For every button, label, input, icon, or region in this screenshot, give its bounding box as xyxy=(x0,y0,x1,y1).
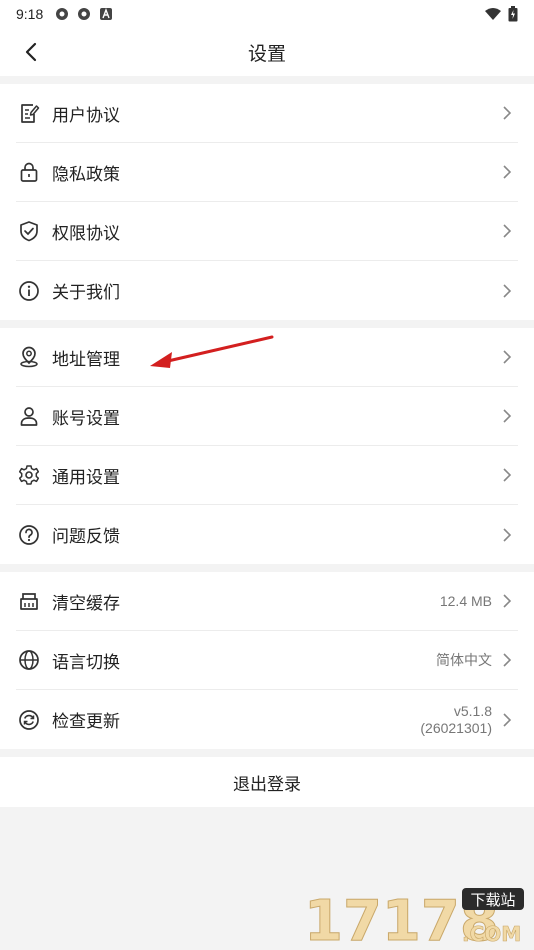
row-check-update[interactable]: 检查更新 v5.1.8 (26021301) xyxy=(16,690,518,749)
row-label: 地址管理 xyxy=(52,349,120,369)
row-label: 通用设置 xyxy=(52,467,120,487)
document-edit-icon xyxy=(21,104,40,123)
lock-icon xyxy=(20,162,38,182)
version-number: v5.1.8 xyxy=(453,702,492,719)
row-address-management[interactable]: 地址管理 xyxy=(16,328,518,387)
row-label: 用户协议 xyxy=(52,105,120,125)
version-value: v5.1.8 (26021301) xyxy=(420,703,492,737)
wifi-icon xyxy=(485,8,501,20)
chevron-right-icon xyxy=(503,106,512,120)
shield-check-icon xyxy=(20,221,38,242)
row-label: 清空缓存 xyxy=(52,593,120,613)
row-user-agreement[interactable]: 用户协议 xyxy=(16,84,518,143)
location-pin-icon xyxy=(20,346,38,368)
back-arrow-icon[interactable] xyxy=(20,40,44,64)
app-notification-icon xyxy=(78,8,91,20)
chevron-right-icon xyxy=(503,653,512,667)
gear-icon xyxy=(18,465,40,485)
watermark-badge: 下载站 xyxy=(470,891,515,909)
page-title: 设置 xyxy=(247,43,286,65)
row-permission-agreement[interactable]: 权限协议 xyxy=(16,202,518,261)
app-notification-icon xyxy=(56,8,69,20)
basket-icon xyxy=(20,593,38,610)
language-value: 简体中文 xyxy=(436,651,492,668)
row-about-us[interactable]: 关于我们 xyxy=(16,261,518,320)
info-icon xyxy=(19,280,39,301)
chevron-right-icon xyxy=(503,712,512,727)
status-bar: 9:18 xyxy=(0,0,534,28)
row-label: 问题反馈 xyxy=(52,527,120,546)
row-label: 权限协议 xyxy=(52,223,120,243)
header: 设置 xyxy=(0,28,534,76)
row-general-settings[interactable]: 通用设置 xyxy=(16,446,518,505)
watermark-logo: 17178 下载站 .COM xyxy=(304,888,524,946)
logout-button[interactable]: 退出登录 xyxy=(0,757,534,807)
chevron-right-icon xyxy=(503,594,512,608)
build-number: (26021301) xyxy=(420,719,492,736)
globe-icon xyxy=(19,650,39,670)
row-clear-cache[interactable]: 清空缓存 12.4 MB xyxy=(16,572,518,631)
chevron-right-icon xyxy=(503,527,512,542)
chevron-right-icon xyxy=(503,165,512,179)
row-label: 账号设置 xyxy=(52,408,120,428)
chevron-right-icon xyxy=(503,350,512,364)
chevron-right-icon xyxy=(503,283,512,298)
row-label: 关于我们 xyxy=(52,283,120,302)
row-privacy-policy[interactable]: 隐私政策 xyxy=(16,143,518,202)
user-icon xyxy=(20,407,38,426)
settings-group-account: 地址管理 账号设置 通用设置 问题反馈 xyxy=(0,328,534,564)
cache-size-value: 12.4 MB xyxy=(439,592,492,609)
watermark-suffix: .COM xyxy=(462,922,521,946)
font-notification-icon xyxy=(100,8,113,20)
status-right xyxy=(484,6,518,22)
settings-group-legal: 用户协议 隐私政策 权限协议 关于我们 xyxy=(0,84,534,320)
settings-group-system: 清空缓存 12.4 MB 语言切换 简体中文 检查更新 v5.1.8 (2602… xyxy=(0,572,534,749)
battery-icon xyxy=(508,6,518,22)
row-label: 语言切换 xyxy=(52,652,120,672)
row-label: 检查更新 xyxy=(52,712,120,731)
status-time: 9:18 xyxy=(16,6,44,22)
row-feedback[interactable]: 问题反馈 xyxy=(16,505,518,564)
chevron-right-icon xyxy=(503,224,512,238)
chevron-right-icon xyxy=(503,409,512,423)
chevron-right-icon xyxy=(503,468,512,482)
question-icon xyxy=(19,524,39,545)
row-label: 隐私政策 xyxy=(52,164,120,184)
row-language-switch[interactable]: 语言切换 简体中文 xyxy=(16,631,518,690)
row-account-settings[interactable]: 账号设置 xyxy=(16,387,518,446)
refresh-icon xyxy=(19,709,39,730)
